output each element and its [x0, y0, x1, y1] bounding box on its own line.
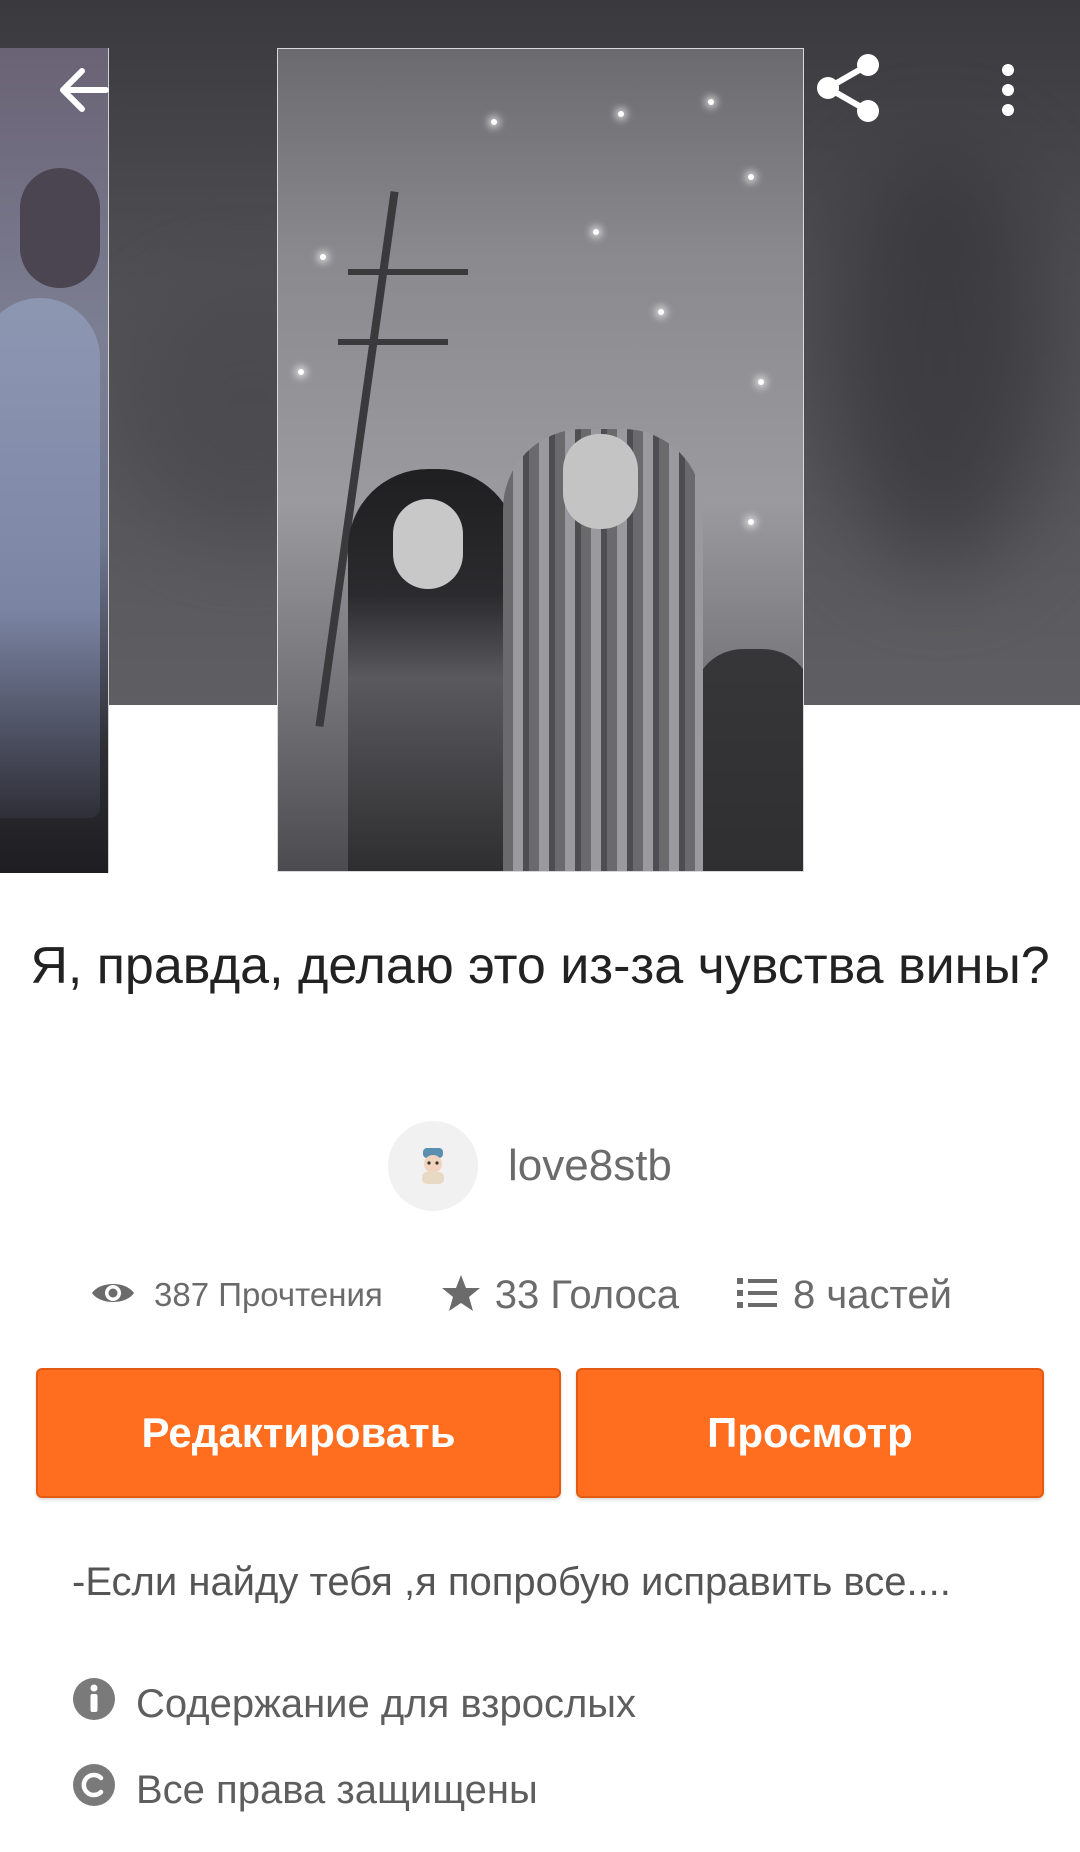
- star-icon: [441, 1273, 481, 1318]
- reads-stat: 387 Прочтения: [90, 1276, 383, 1314]
- copyright-label: Все права защищены: [136, 1767, 538, 1812]
- author-link[interactable]: love8stb: [388, 1121, 672, 1211]
- reads-count: 387 Прочтения: [154, 1276, 383, 1313]
- eye-icon: [90, 1278, 136, 1313]
- story-cover-image: [277, 48, 804, 872]
- parts-count: 8 частей: [793, 1272, 952, 1317]
- story-description: -Если найду тебя ,я попробую исправить в…: [72, 1560, 951, 1604]
- parts-stat: 8 частей: [737, 1273, 952, 1318]
- more-vertical-icon[interactable]: [980, 58, 1036, 122]
- list-icon: [737, 1276, 777, 1315]
- story-title: Я, правда, делаю это из-за чувства вины?: [30, 937, 1050, 995]
- share-icon[interactable]: [808, 48, 888, 128]
- copyright-row: Все права защищены: [72, 1763, 538, 1817]
- mature-content-label: Содержание для взрослых: [136, 1681, 637, 1726]
- copyright-icon: [72, 1763, 136, 1817]
- author-name[interactable]: love8stb: [508, 1141, 672, 1191]
- story-stats: 387 Прочтения 33 Голоса 8 частей: [90, 1265, 1010, 1325]
- edit-button[interactable]: Редактировать: [36, 1368, 561, 1498]
- info-icon: [72, 1677, 136, 1731]
- votes-stat: 33 Голоса: [441, 1273, 679, 1318]
- avatar[interactable]: [388, 1121, 478, 1211]
- view-button[interactable]: Просмотр: [576, 1368, 1044, 1498]
- previous-story-cover[interactable]: [0, 48, 109, 873]
- votes-count: 33 Голоса: [494, 1272, 679, 1317]
- arrow-left-icon[interactable]: [52, 58, 116, 122]
- mature-content-row: Содержание для взрослых: [72, 1677, 636, 1731]
